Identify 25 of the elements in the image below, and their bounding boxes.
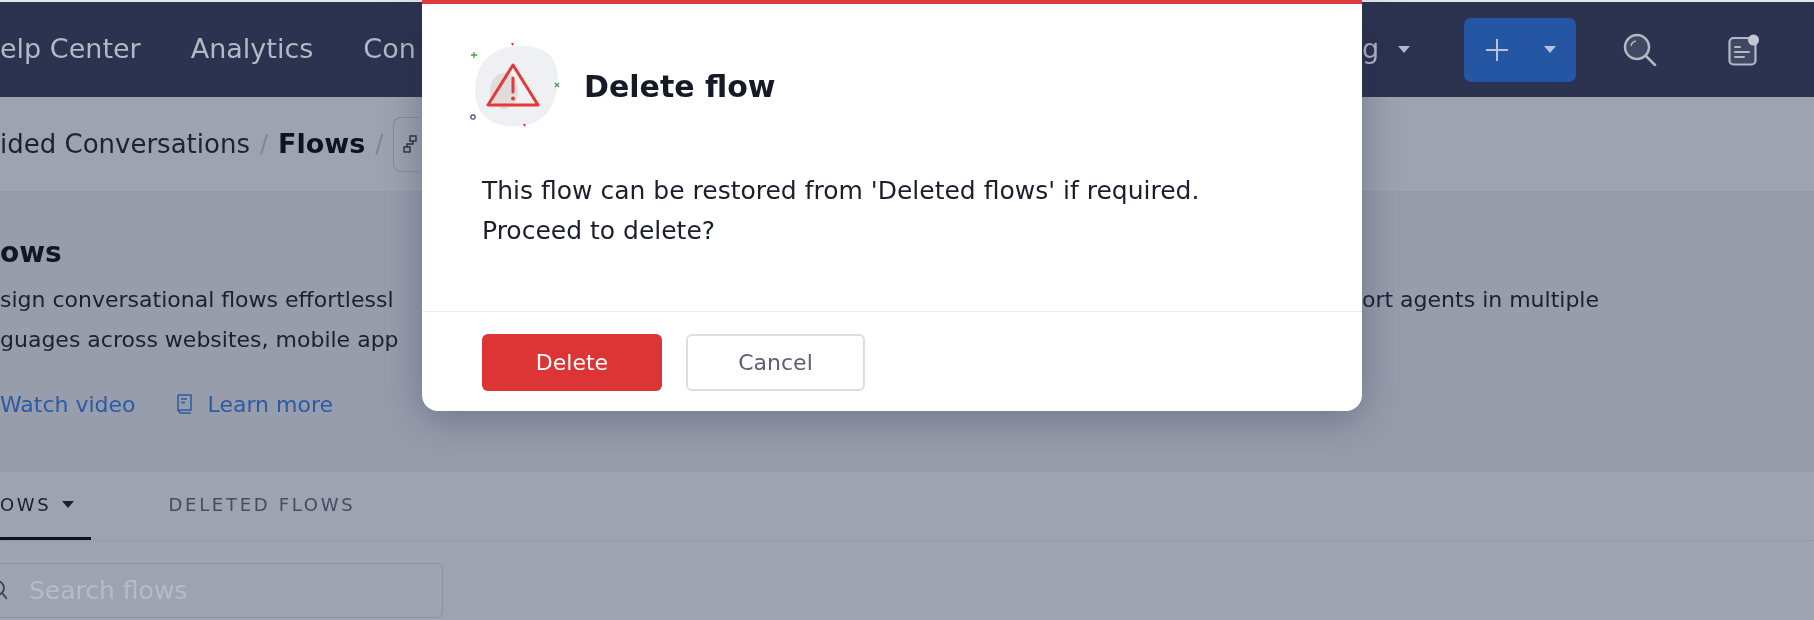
book-icon	[175, 394, 193, 414]
breadcrumb-separator: /	[375, 129, 384, 160]
nav-link[interactable]: Con	[363, 29, 416, 70]
dialog-message: This flow can be restored from 'Deleted flows' if required. Proceed to delete?	[482, 175, 1201, 247]
breadcrumb-separator: /	[259, 129, 269, 160]
breadcrumb-current: Flows	[278, 126, 366, 161]
nav-link[interactable]: Analytics	[190, 29, 314, 70]
description-text: ort agents in multiple	[1362, 286, 1599, 314]
caret-icon	[1544, 46, 1557, 53]
search-icon[interactable]	[1623, 33, 1658, 66]
nav-link[interactable]: g	[1362, 29, 1380, 70]
search-icon	[0, 580, 7, 600]
tab[interactable]: DELETED FLOWS	[168, 472, 356, 540]
page-title: ows	[0, 235, 62, 271]
dialog-title: Delete flow	[584, 67, 776, 106]
delete-button[interactable]: Delete	[482, 334, 662, 391]
nav-link[interactable]: elp Center	[0, 29, 141, 70]
flow-button[interactable]	[393, 116, 420, 172]
description-text: sign conversational flows effortlessl	[0, 286, 394, 314]
description-text: guages across websites, mobile app	[0, 326, 399, 354]
breadcrumb-link[interactable]: ided Conversations	[0, 124, 250, 164]
cancel-button[interactable]: Cancel	[686, 334, 865, 391]
tab[interactable]: OWS	[0, 472, 91, 540]
flow-icon	[403, 135, 418, 153]
plus-icon	[1486, 38, 1509, 61]
